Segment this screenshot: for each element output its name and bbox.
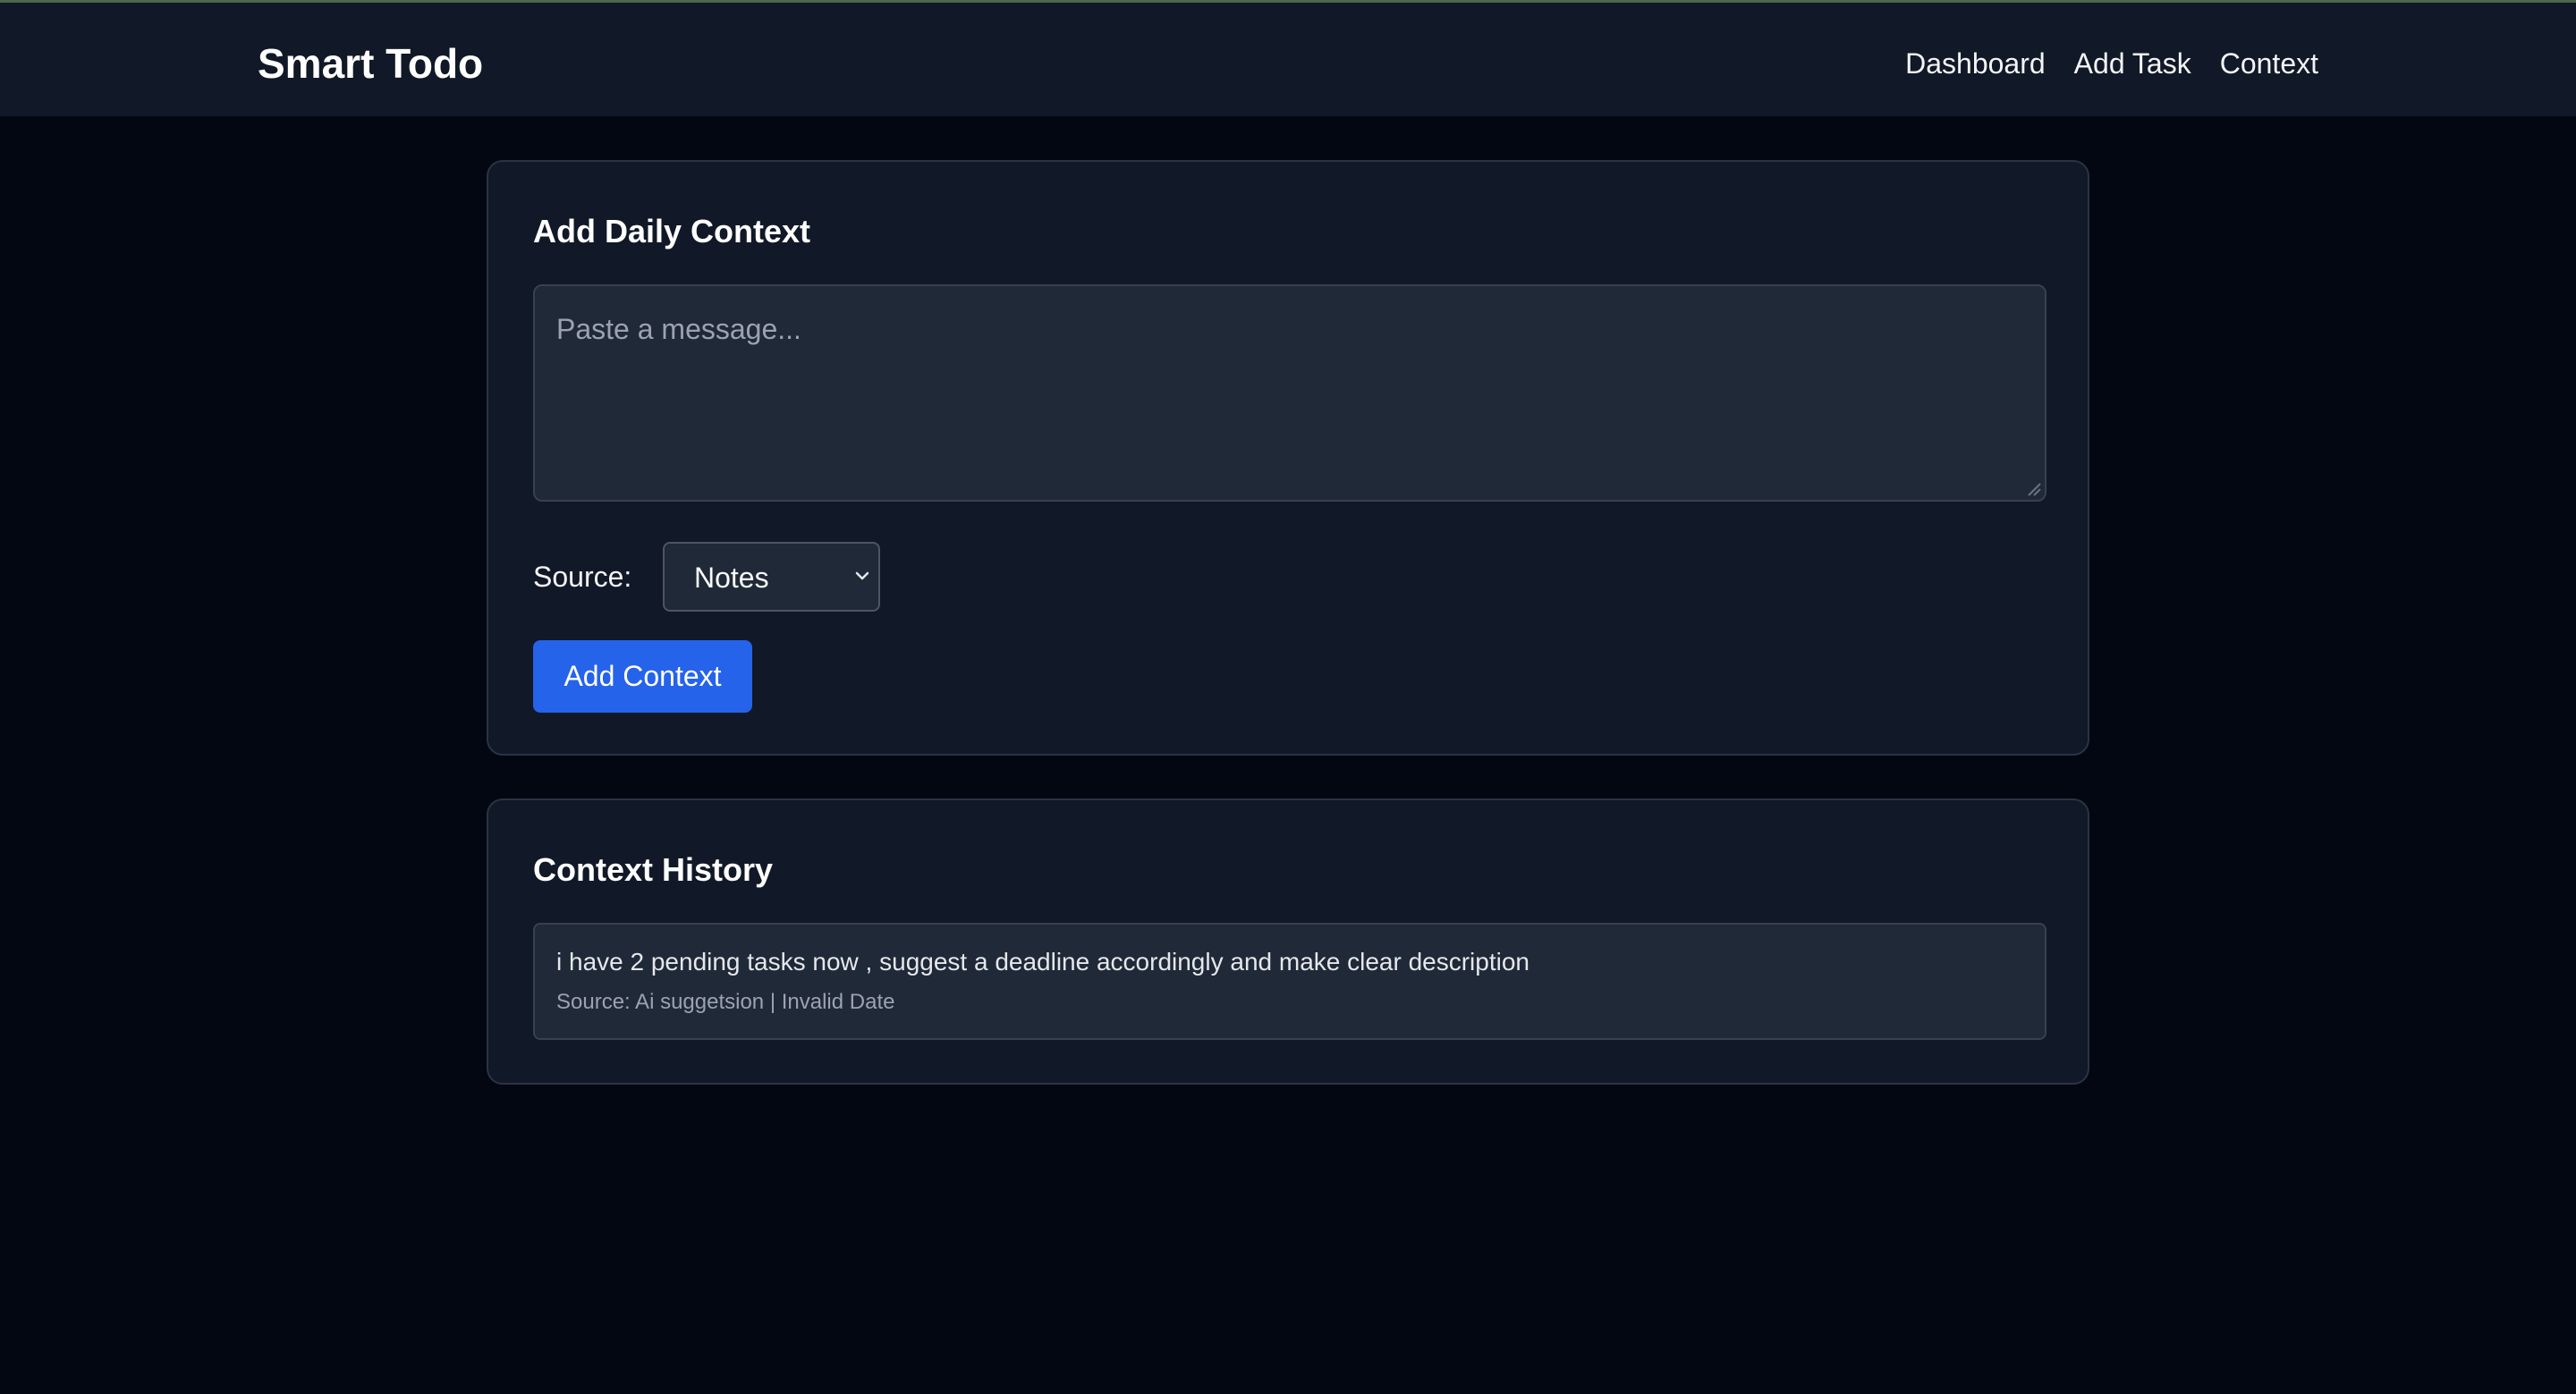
context-history-title: Context History — [533, 851, 774, 888]
add-context-title: Add Daily Context — [533, 213, 811, 249]
history-list-item: i have 2 pending tasks now , suggest a d… — [533, 923, 2046, 1040]
nav-link-add-task[interactable]: Add Task — [2074, 46, 2191, 81]
add-context-card: Add Daily Context Source: Notes Add Cont… — [487, 160, 2089, 756]
history-item-meta: Source: Ai suggetsion | Invalid Date — [556, 990, 895, 1014]
chevron-down-icon — [855, 571, 869, 580]
app-brand[interactable]: Smart Todo — [258, 38, 483, 89]
source-select[interactable]: Notes — [663, 542, 880, 612]
add-context-button[interactable]: Add Context — [533, 640, 752, 713]
history-item-text: i have 2 pending tasks now , suggest a d… — [556, 948, 1530, 976]
top-navbar: Smart Todo Dashboard Add Task Context — [0, 0, 2576, 116]
context-history-card: Context History i have 2 pending tasks n… — [487, 798, 2089, 1085]
resize-grip-icon[interactable] — [2027, 482, 2041, 496]
main-nav: Dashboard Add Task Context — [1905, 46, 2318, 81]
nav-link-context[interactable]: Context — [2220, 46, 2318, 81]
source-select-value: Notes — [694, 562, 769, 594]
nav-link-dashboard[interactable]: Dashboard — [1905, 46, 2046, 81]
source-label: Source: — [533, 561, 632, 593]
message-textarea[interactable] — [533, 284, 2046, 502]
